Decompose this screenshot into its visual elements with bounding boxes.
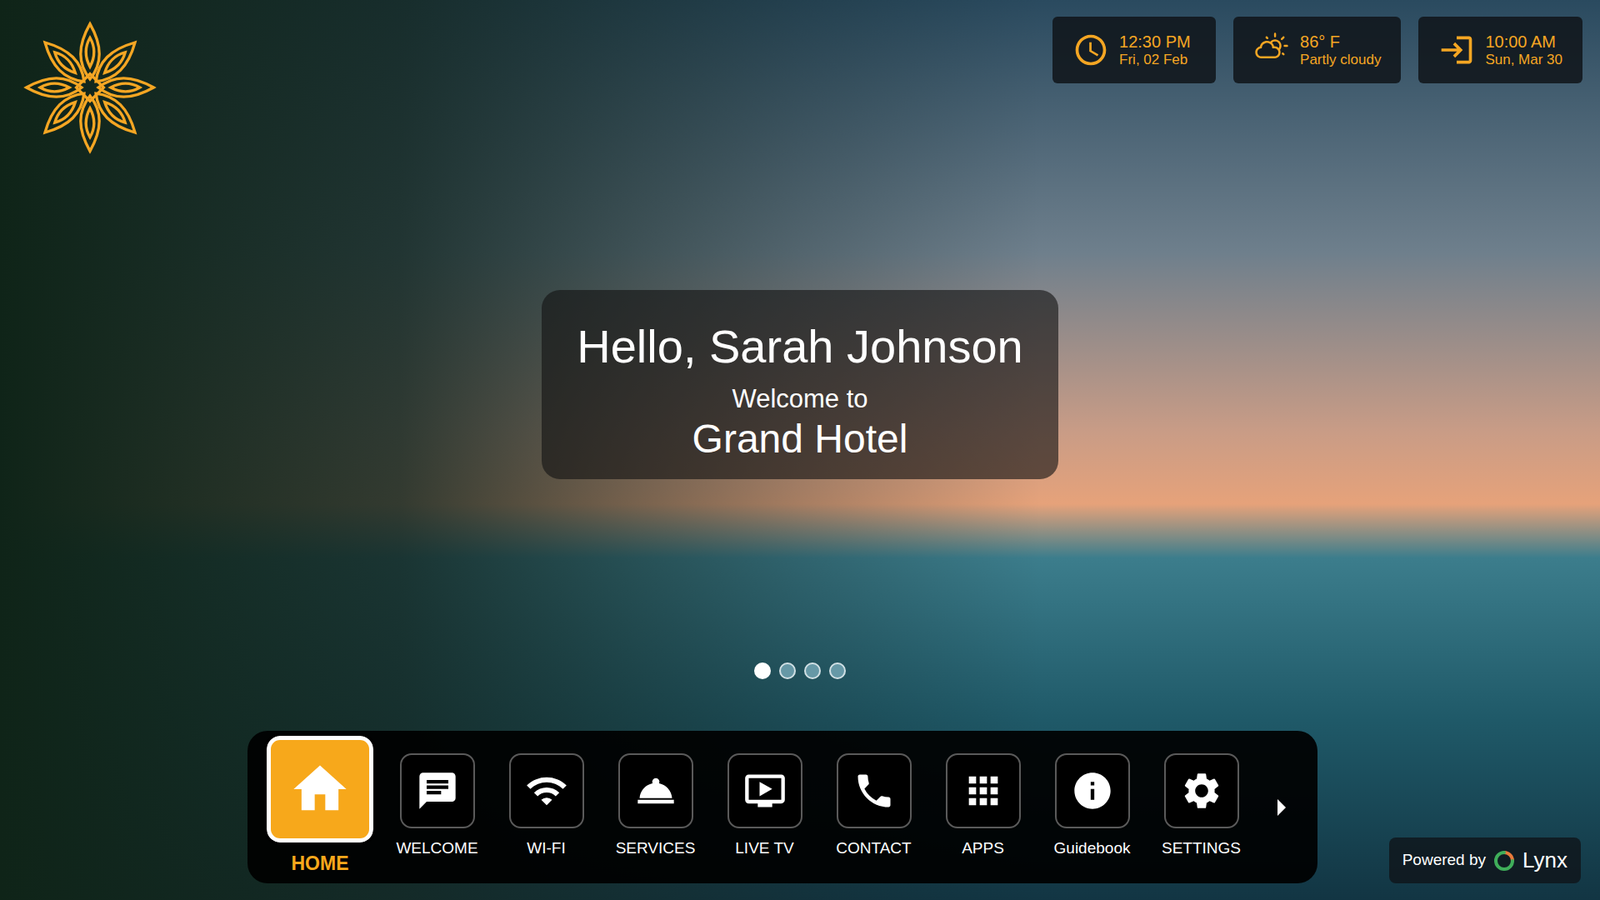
nav-item[interactable]: SETTINGS [1146, 753, 1256, 861]
home-icon [288, 757, 352, 821]
powered-by-badge: Powered by Lynx [1389, 837, 1581, 884]
nav-item[interactable]: CONTACT [819, 753, 929, 861]
apps-grid-icon [961, 769, 1005, 813]
carousel-dot[interactable] [779, 662, 796, 680]
carousel-dot[interactable] [754, 662, 771, 680]
gear-icon [1180, 769, 1224, 813]
navigation-bar: HOME WELCOME WI-FI SERVICES LIVE TV CONTACT AP… [247, 730, 1318, 884]
lynx-logo-icon [1492, 849, 1516, 873]
hotel-flower-logo-icon [20, 18, 160, 157]
widget-secondary-text: Sun, Mar 30 [1485, 51, 1563, 69]
info-widget: 86° FPartly cloudy [1233, 16, 1401, 84]
hotel-logo [20, 18, 160, 157]
nav-item[interactable]: Guidebook [1037, 753, 1147, 861]
carousel-dot[interactable] [829, 662, 846, 680]
service-bell-icon [634, 769, 678, 813]
nav-item[interactable]: APPS [928, 753, 1038, 861]
nav-item-label: CONTACT [835, 836, 911, 861]
nav-item-label: LIVE TV [735, 836, 794, 861]
brand-name: Lynx [1522, 844, 1568, 877]
info-widgets: 12:30 PMFri, 02 Feb86° FPartly cloudy10:… [1052, 16, 1583, 84]
nav-item-label: Guidebook [1054, 836, 1131, 861]
nav-item-label: HOME [291, 849, 350, 879]
nav-item[interactable]: HOME [257, 735, 383, 879]
powered-by-text: Powered by [1402, 848, 1486, 873]
weather-icon [1253, 31, 1290, 69]
widget-primary-text: 12:30 PM [1119, 31, 1191, 52]
info-icon [1070, 769, 1115, 813]
carousel-dot[interactable] [804, 662, 821, 680]
info-widget: 12:30 PMFri, 02 Feb [1052, 16, 1216, 84]
nav-item-label: WI-FI [526, 836, 565, 861]
nav-item[interactable]: LIVE TV [710, 753, 820, 861]
nav-item-label: APPS [961, 836, 1005, 861]
nav-item[interactable]: WI-FI [491, 753, 601, 861]
greeting-title: Hello, Sarah Johnson [576, 320, 1023, 374]
greeting-card: Hello, Sarah Johnson Welcome toGrand Hote… [541, 290, 1059, 480]
nav-item-label: SERVICES [615, 836, 696, 861]
nav-item[interactable]: WELCOME [382, 753, 492, 861]
greeting-subtitle: Welcome to [731, 383, 868, 415]
hotel-name: Grand Hotel [692, 415, 909, 464]
widget-primary-text: 10:00 AM [1485, 31, 1563, 52]
top-bar: 12:30 PMFri, 02 Feb86° FPartly cloudy10:… [0, 0, 1600, 157]
wifi-icon [525, 769, 569, 813]
nav-item-label: WELCOME [395, 836, 478, 861]
widget-primary-text: 86° F [1300, 31, 1381, 52]
next-arrow-icon[interactable] [1260, 787, 1301, 828]
widget-secondary-text: Fri, 02 Feb [1119, 51, 1191, 69]
clock-icon [1072, 31, 1110, 69]
info-widget: 10:00 AMSun, Mar 30 [1418, 16, 1583, 84]
nav-item-label: SETTINGS [1161, 836, 1241, 861]
tv-icon [743, 769, 787, 813]
widget-secondary-text: Partly cloudy [1300, 51, 1381, 69]
phone-icon [852, 769, 896, 813]
welcome-message-icon [415, 769, 460, 813]
carousel-dots [0, 662, 1600, 680]
nav-item[interactable]: SERVICES [600, 753, 710, 861]
hotel-tv-home-screen: 12:30 PMFri, 02 Feb86° FPartly cloudy10:… [0, 0, 1600, 900]
checkout-icon [1438, 31, 1475, 69]
